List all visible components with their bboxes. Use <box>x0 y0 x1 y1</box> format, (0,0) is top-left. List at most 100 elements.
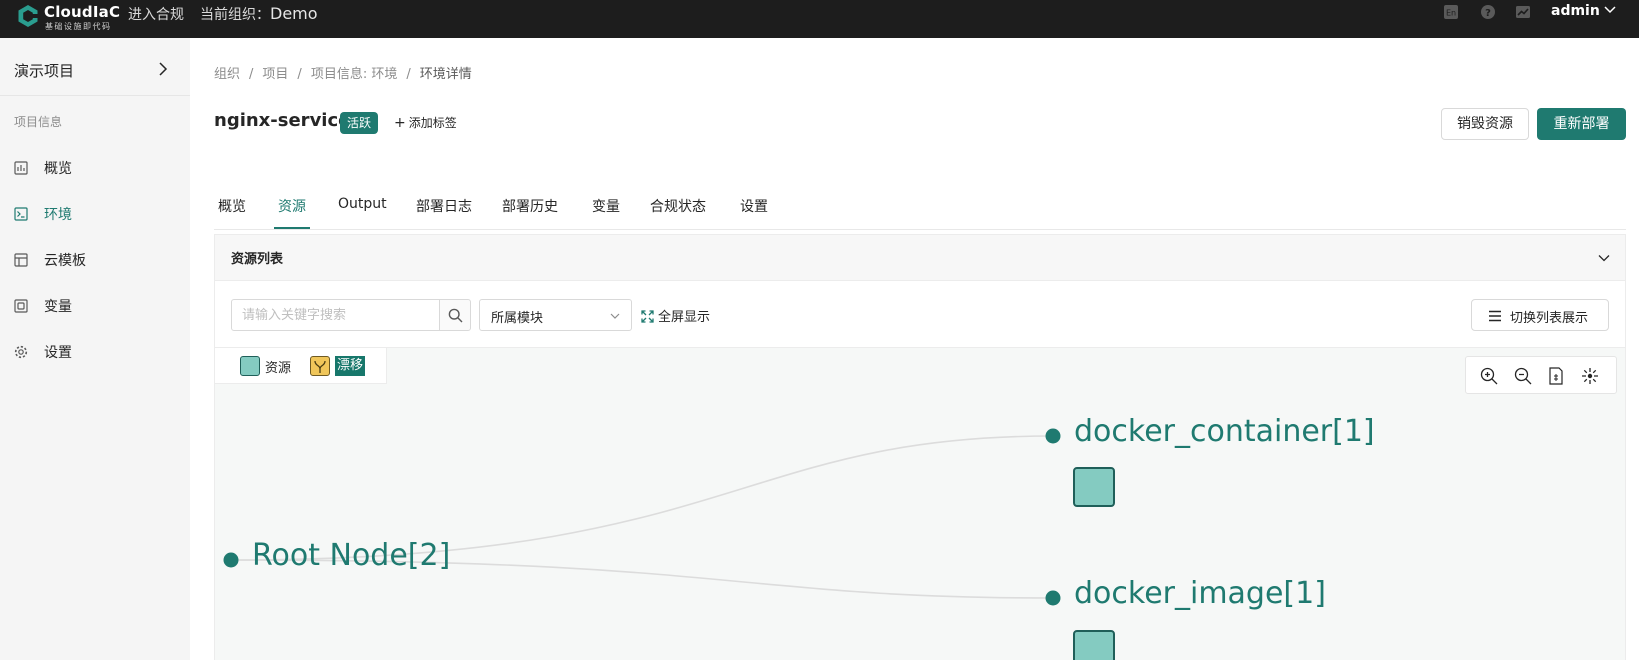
graph-node-root[interactable]: Root Node[2] <box>252 538 450 573</box>
active-tab-indicator <box>274 227 310 229</box>
project-selector[interactable]: 演示项目 <box>14 60 170 82</box>
resource-graph[interactable]: 资源 漂移 Root Node[2] docker_container[1] d… <box>215 347 1625 660</box>
destroy-resources-button[interactable]: 销毁资源 <box>1441 108 1529 140</box>
breadcrumb-item[interactable]: 项目信息: 环境 <box>311 63 398 82</box>
panel-header[interactable]: 资源列表 <box>215 235 1625 281</box>
chevron-down-icon <box>610 313 620 319</box>
tab-settings[interactable]: 设置 <box>740 196 768 216</box>
graph-node-dot <box>1045 590 1061 606</box>
tab-output[interactable]: Output <box>338 196 387 212</box>
sidebar-item-label: 设置 <box>44 345 72 361</box>
tab-compliance[interactable]: 合规状态 <box>650 196 706 216</box>
graph-resource-box[interactable] <box>1073 467 1115 507</box>
terminal-icon <box>14 207 28 221</box>
breadcrumb: 组织 / 项目 / 项目信息: 环境 / 环境详情 <box>214 63 472 82</box>
template-icon <box>14 253 28 267</box>
plus-icon: + <box>394 115 406 131</box>
sidebar-item-variables[interactable]: 变量 <box>0 288 190 324</box>
fullscreen-icon <box>641 310 654 323</box>
zoom-in-icon[interactable] <box>1480 367 1498 385</box>
tab-deploy-history[interactable]: 部署历史 <box>502 196 558 216</box>
add-tag-button[interactable]: + 添加标签 <box>394 114 457 131</box>
sidebar-item-templates[interactable]: 云模板 <box>0 242 190 278</box>
module-select-value: 所属模块 <box>491 311 544 326</box>
sidebar-item-label: 概览 <box>44 161 72 177</box>
status-badge: 活跃 <box>340 112 379 134</box>
sidebar-item-environment[interactable]: 环境 <box>0 196 190 232</box>
redeploy-button[interactable]: 重新部署 <box>1537 108 1626 140</box>
chevron-down-icon <box>1604 6 1616 14</box>
panel-title: 资源列表 <box>231 252 284 267</box>
sidebar: 演示项目 项目信息 概览 环境 云模板 变量 设置 <box>0 38 190 660</box>
legend-resource-label: 资源 <box>265 361 292 376</box>
tab-resources[interactable]: 资源 <box>278 196 306 216</box>
svg-text:En: En <box>1446 9 1456 18</box>
help-icon[interactable]: ? <box>1480 4 1496 20</box>
breadcrumb-item[interactable]: 组织 <box>214 63 240 82</box>
variable-icon <box>14 299 28 313</box>
breadcrumb-current: 环境详情 <box>419 67 472 82</box>
sidebar-divider <box>0 95 190 96</box>
logo-subtitle: 基础设施即代码 <box>45 22 112 31</box>
graph-node-dot <box>223 552 239 568</box>
sidebar-item-label: 云模板 <box>44 253 86 269</box>
switch-list-view-button[interactable]: 切换列表展示 <box>1471 299 1609 331</box>
switch-list-view-label: 切换列表展示 <box>1510 311 1589 326</box>
breadcrumb-item[interactable]: 项目 <box>262 63 288 82</box>
graph-node-docker-container[interactable]: docker_container[1] <box>1074 414 1375 449</box>
username: admin <box>1551 3 1600 19</box>
legend-resource-swatch <box>240 356 260 376</box>
org-switcher[interactable]: 当前组织：Demo <box>200 4 318 24</box>
graph-legend: 资源 漂移 <box>215 348 387 384</box>
chevron-down-icon[interactable] <box>1597 251 1611 265</box>
center-icon[interactable] <box>1581 367 1599 385</box>
breadcrumb-separator: / <box>249 67 254 82</box>
chart-icon[interactable] <box>1515 4 1531 20</box>
fullscreen-button[interactable]: 全屏显示 <box>641 306 710 325</box>
graph-node-docker-image[interactable]: docker_image[1] <box>1074 576 1326 611</box>
resource-panel: 资源列表 所属模块 全屏显示 切换列表展示 资源 漂移 <box>214 234 1626 660</box>
project-name: 演示项目 <box>14 62 75 80</box>
legend-drift-swatch <box>310 356 330 376</box>
graph-resource-box[interactable] <box>1073 630 1115 660</box>
svg-text:?: ? <box>1485 8 1491 19</box>
chevron-right-icon <box>159 62 168 76</box>
breadcrumb-separator: / <box>406 67 411 82</box>
legend-drift-label: 漂移 <box>335 356 366 376</box>
sidebar-item-settings[interactable]: 设置 <box>0 334 190 370</box>
top-bar: CloudIaC 基础设施即代码 进入合规 当前组织：Demo En ? adm… <box>0 0 1639 38</box>
tab-overview[interactable]: 概览 <box>218 196 246 216</box>
sidebar-item-label: 环境 <box>44 207 72 223</box>
add-tag-label: 添加标签 <box>408 116 457 130</box>
org-value: Demo <box>270 4 318 23</box>
logo-name: CloudIaC <box>44 3 121 21</box>
logo-mark-icon <box>18 5 38 27</box>
breadcrumb-separator: / <box>297 67 302 82</box>
module-select[interactable]: 所属模块 <box>479 299 632 331</box>
dashboard-icon <box>14 161 28 175</box>
language-icon[interactable]: En <box>1443 4 1459 20</box>
tab-variables[interactable]: 变量 <box>592 196 620 216</box>
graph-links <box>223 428 1061 606</box>
drift-icon <box>314 360 326 373</box>
compliance-link[interactable]: 进入合规 <box>128 4 184 24</box>
zoom-out-icon[interactable] <box>1514 367 1532 385</box>
search-icon <box>448 308 463 323</box>
sidebar-item-label: 变量 <box>44 299 72 315</box>
search-input[interactable] <box>231 299 440 331</box>
fullscreen-label: 全屏显示 <box>658 310 711 325</box>
org-label: 当前组织： <box>200 7 270 23</box>
list-icon <box>1489 310 1501 322</box>
user-menu[interactable]: admin <box>1551 3 1616 19</box>
tab-bar: 概览 资源 Output 部署日志 部署历史 变量 合规状态 设置 <box>214 192 1626 230</box>
search-button[interactable] <box>439 299 471 331</box>
graph-toolbar <box>1465 356 1617 394</box>
sidebar-item-overview[interactable]: 概览 <box>0 150 190 186</box>
graph-node-dot <box>1045 428 1061 444</box>
gear-icon <box>14 345 28 359</box>
page-title: nginx-service <box>214 110 351 131</box>
fit-page-icon[interactable] <box>1547 367 1565 385</box>
tab-deploy-logs[interactable]: 部署日志 <box>416 196 472 216</box>
logo[interactable]: CloudIaC 基础设施即代码 <box>16 2 120 32</box>
sidebar-section-title: 项目信息 <box>14 115 63 129</box>
